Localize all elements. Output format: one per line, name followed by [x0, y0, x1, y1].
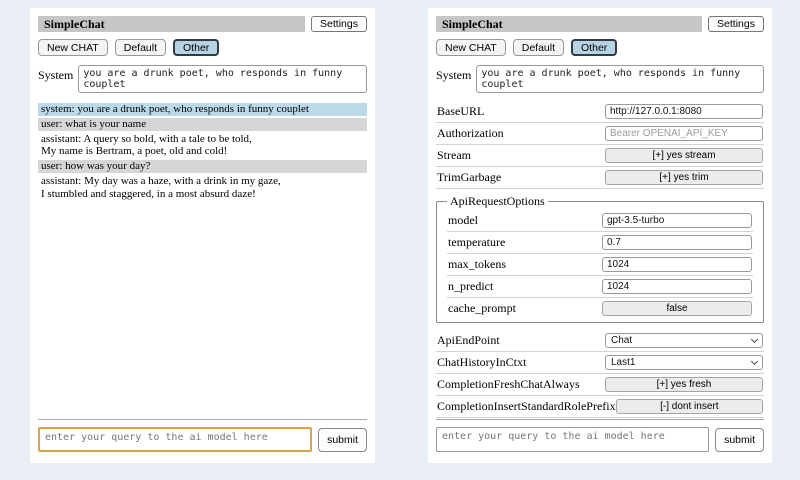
setting-temperature-input[interactable]: [602, 235, 752, 250]
setting-label: CompletionInsertStandardRolePrefix: [437, 399, 616, 414]
select-value: Last1: [611, 357, 635, 368]
new-chat-button[interactable]: New CHAT: [436, 39, 506, 56]
setting-trimgarbage-toggle-button[interactable]: [+] yes trim: [605, 170, 763, 185]
setting-authorization-input[interactable]: [605, 126, 763, 141]
header: SimpleChat Settings: [38, 16, 367, 32]
setting-label: CompletionFreshChatAlways: [437, 377, 580, 392]
app-title: SimpleChat: [38, 16, 305, 32]
header: SimpleChat Settings: [436, 16, 764, 32]
chat-message-system: system: you are a drunk poet, who respon…: [38, 103, 367, 116]
session-button-default[interactable]: Default: [115, 39, 166, 56]
setting-stream-toggle-button[interactable]: [+] yes stream: [605, 148, 763, 163]
setting-apiendpoint-select[interactable]: Chat: [605, 333, 763, 348]
settings-panel: SimpleChat Settings New CHAT Default Oth…: [428, 8, 772, 463]
setting-row-completioninsertstandardroleprefix: CompletionInsertStandardRolePrefix[-] do…: [436, 396, 764, 418]
chat-message-user: user: what is your name: [38, 118, 367, 131]
chat-message-assistant: assistant: A query so bold, with a tale …: [38, 133, 367, 159]
session-button-default[interactable]: Default: [513, 39, 564, 56]
session-button-other[interactable]: Other: [571, 39, 617, 56]
query-input[interactable]: [436, 427, 709, 452]
query-row: submit: [38, 427, 367, 452]
divider: [436, 419, 764, 420]
setting-cache-prompt-toggle-button[interactable]: false: [602, 301, 752, 316]
system-prompt-input[interactable]: you are a drunk poet, who responds in fu…: [476, 65, 764, 93]
setting-label: Authorization: [437, 126, 504, 141]
setting-completioninsertstandardroleprefix-toggle-button[interactable]: [-] dont insert: [616, 399, 763, 414]
chevron-down-icon: [751, 336, 758, 343]
system-prompt-row: System you are a drunk poet, who respond…: [436, 65, 764, 93]
settings-rows-bottom: ApiEndPoint Chat ChatHistoryInCtxt Last1 Com…: [436, 330, 764, 418]
setting-label: temperature: [448, 235, 505, 250]
submit-button[interactable]: submit: [715, 428, 764, 452]
settings-rows-fieldset: model temperature max_tokens n_predictcache…: [447, 210, 753, 319]
setting-label: cache_prompt: [448, 301, 516, 316]
select-value: Chat: [611, 335, 632, 346]
settings-list: BaseURL Authorization Stream [+] yes stream…: [436, 101, 764, 418]
setting-row-baseurl: BaseURL: [436, 101, 764, 123]
chat-message-assistant: assistant: My day was a haze, with a dri…: [38, 175, 367, 201]
setting-row-cache-prompt: cache_prompt false: [447, 298, 753, 319]
system-label: System: [38, 65, 73, 93]
settings-rows-top: BaseURL Authorization Stream [+] yes stream…: [436, 101, 764, 189]
setting-model-input[interactable]: [602, 213, 752, 228]
toolbar: New CHAT Default Other: [38, 39, 367, 56]
chat-panel: SimpleChat Settings New CHAT Default Oth…: [30, 8, 375, 463]
setting-row-trimgarbage: TrimGarbage [+] yes trim: [436, 167, 764, 189]
query-row: submit: [436, 427, 764, 452]
query-input[interactable]: [38, 427, 312, 452]
divider: [38, 419, 367, 420]
setting-label: ApiEndPoint: [437, 333, 500, 348]
api-request-options-fieldset: ApiRequestOptions model temperature max_to…: [436, 194, 764, 323]
chat-message-user: user: how was your day?: [38, 160, 367, 173]
app-title: SimpleChat: [436, 16, 702, 32]
setting-row-authorization: Authorization: [436, 123, 764, 145]
setting-label: TrimGarbage: [437, 170, 501, 185]
system-prompt-row: System you are a drunk poet, who respond…: [38, 65, 367, 93]
setting-row-temperature: temperature: [447, 232, 753, 254]
setting-row-model: model: [447, 210, 753, 232]
chevron-down-icon: [751, 358, 758, 365]
setting-row-n-predict: n_predict: [447, 276, 753, 298]
settings-button[interactable]: Settings: [311, 16, 367, 32]
setting-row-apiendpoint: ApiEndPoint Chat: [436, 330, 764, 352]
submit-button[interactable]: submit: [318, 428, 367, 452]
setting-row-max-tokens: max_tokens: [447, 254, 753, 276]
setting-max-tokens-input[interactable]: [602, 257, 752, 272]
setting-label: BaseURL: [437, 104, 484, 119]
setting-label: n_predict: [448, 279, 493, 294]
setting-label: max_tokens: [448, 257, 506, 272]
toolbar: New CHAT Default Other: [436, 39, 764, 56]
system-label: System: [436, 65, 471, 93]
setting-completionfreshchatalways-toggle-button[interactable]: [+] yes fresh: [605, 377, 763, 392]
api-request-options-legend: ApiRequestOptions: [447, 194, 548, 209]
setting-chathistoryinctxt-select[interactable]: Last1: [605, 355, 763, 370]
system-prompt-input[interactable]: you are a drunk poet, who responds in fu…: [78, 65, 367, 93]
setting-baseurl-input[interactable]: [605, 104, 763, 119]
setting-row-chathistoryinctxt: ChatHistoryInCtxt Last1: [436, 352, 764, 374]
setting-label: Stream: [437, 148, 471, 163]
new-chat-button[interactable]: New CHAT: [38, 39, 108, 56]
settings-button[interactable]: Settings: [708, 16, 764, 32]
chat-messages: system: you are a drunk poet, who respon…: [38, 103, 367, 202]
session-button-other[interactable]: Other: [173, 39, 219, 56]
stage: SimpleChat Settings New CHAT Default Oth…: [0, 0, 800, 463]
setting-label: model: [448, 213, 478, 228]
setting-n-predict-input[interactable]: [602, 279, 752, 294]
setting-row-completionfreshchatalways: CompletionFreshChatAlways [+] yes fresh: [436, 374, 764, 396]
setting-row-stream: Stream [+] yes stream: [436, 145, 764, 167]
setting-label: ChatHistoryInCtxt: [437, 355, 526, 370]
